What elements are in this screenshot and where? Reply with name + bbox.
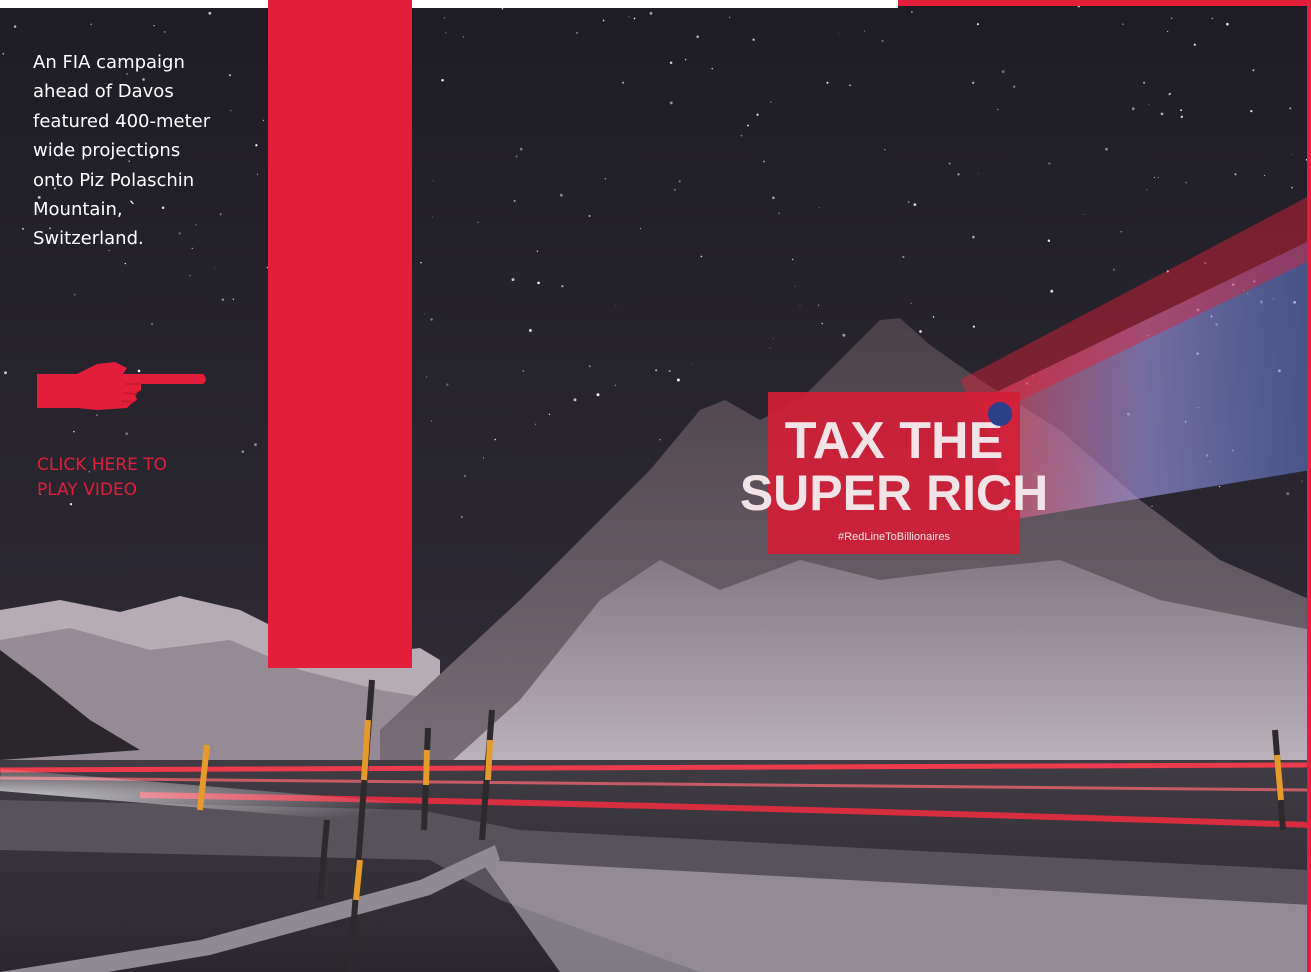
projection-line1: TAX THE (785, 412, 1004, 470)
hero-photo-section: TAX THE SUPER RICH #RedLineToBillionaire… (0, 0, 1311, 972)
right-red-edge (1307, 0, 1311, 972)
top-white-bar-left (0, 0, 268, 8)
cta-line: PLAY VIDEO (37, 480, 138, 500)
pointing-hand-icon[interactable] (37, 360, 207, 412)
play-video-link[interactable]: CLICK HERE TO PLAY VIDEO (37, 453, 237, 503)
caption-line: An FIA campaign (33, 52, 185, 73)
projection-hashtag: #RedLineToBillionaires (838, 531, 950, 543)
projection-logo-icon (988, 402, 1012, 426)
cta-line: CLICK HERE TO (37, 455, 168, 475)
top-red-bar-right (898, 0, 1311, 6)
caption-line: Switzerland. (33, 228, 144, 250)
red-accent-band (268, 0, 412, 668)
projection-sign: TAX THE SUPER RICH #RedLineToBillionaire… (740, 392, 1048, 554)
caption-line: featured 400-meter (33, 110, 211, 132)
photo-caption: An FIA campaign ahead of Davos featured … (33, 48, 265, 254)
projection-line2: SUPER RICH (740, 465, 1048, 521)
caption-line: wide projections (33, 140, 181, 162)
caption-line: onto Piz Polaschin (33, 169, 195, 191)
top-white-bar-mid (412, 0, 898, 8)
caption-line: ahead of Davos (33, 81, 174, 103)
caption-line: Mountain, ` (33, 199, 138, 221)
